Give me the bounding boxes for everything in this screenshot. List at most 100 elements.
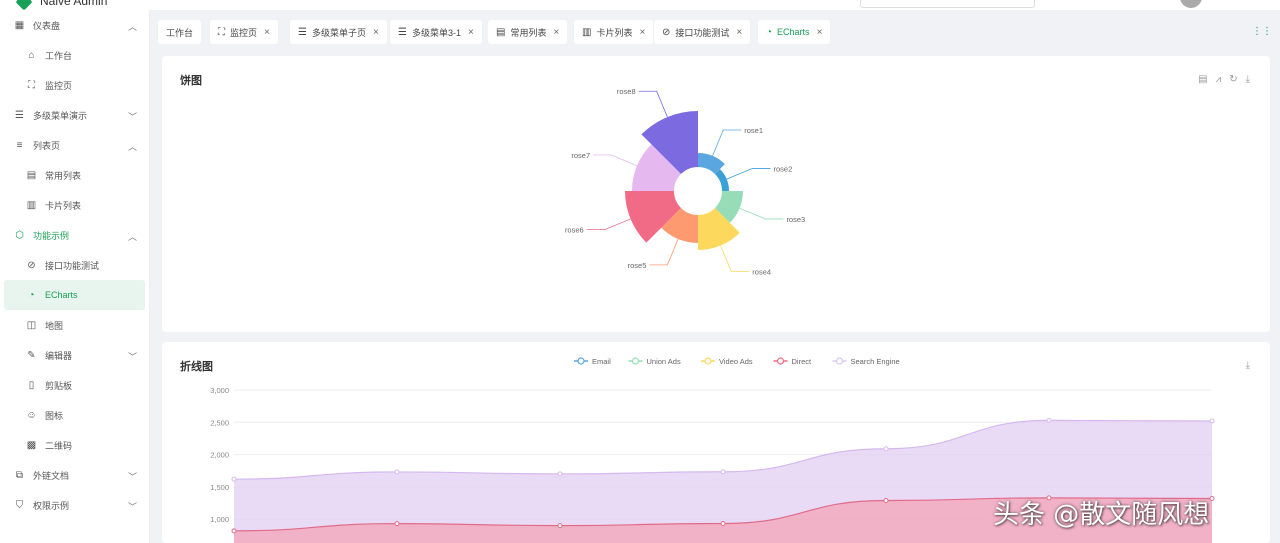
chevron-down-icon[interactable]: ﹀ [128, 470, 137, 483]
sidebar-item-label: 监控页 [45, 80, 73, 91]
y-tick-label: 1,500 [210, 483, 229, 492]
close-icon[interactable]: × [468, 27, 474, 38]
data-point[interactable] [720, 520, 726, 526]
pie-label: rose3 [786, 215, 805, 224]
avatar[interactable] [1180, 0, 1202, 8]
sidebar-item-1[interactable]: ⌂ 工作台 [0, 40, 149, 70]
map-icon: ◫ [26, 319, 37, 331]
sidebar-item-label: 外链文档 [33, 470, 70, 481]
pie-label-line [638, 90, 668, 118]
watermark: 头条 @散文随风想 [993, 500, 1210, 530]
close-icon[interactable]: × [817, 27, 823, 38]
data-point[interactable] [883, 497, 889, 503]
pie-label: rose2 [774, 164, 793, 173]
sidebar-item-label: 二维码 [45, 440, 73, 451]
sidebar-item-2[interactable]: ⛶ 监控页 [0, 70, 149, 100]
legend-marker[interactable] [776, 357, 785, 365]
legend-marker[interactable] [577, 357, 585, 365]
api-icon: ⊘ [662, 26, 671, 38]
sidebar: ▦ 仪表盘 ︿ ⌂ 工作台 ⛶ 监控页 ☰ 多级菜单演示 ﹀ ≡ 列表页 ︿ ▤ 常用列表 ▥ 卡片列表 ⬡ 功能示… [0, 10, 150, 543]
tab-7[interactable]: ◔ ECharts × [758, 20, 831, 44]
sidebar-item-13[interactable]: ☺ 图标 [0, 400, 149, 430]
close-icon[interactable]: × [639, 27, 645, 38]
pie-slice-rose2[interactable] [714, 169, 729, 191]
data-point[interactable] [720, 469, 726, 475]
workbench-icon: ⌂ [28, 49, 35, 61]
close-icon[interactable]: × [373, 27, 379, 38]
chevron-up-icon[interactable]: ︿ [128, 230, 137, 243]
legend-marker[interactable] [835, 357, 844, 365]
sidebar-item-9[interactable]: ◔ ECharts [4, 280, 145, 310]
legend-item[interactable]: Union Ads [647, 357, 681, 366]
tab-5[interactable]: ▥ 卡片列表 × [574, 20, 654, 44]
sidebar-item-5[interactable]: ▤ 常用列表 [0, 160, 149, 190]
y-tick-label: 2,500 [210, 418, 229, 427]
search-input[interactable] [860, 0, 1035, 8]
top-header: Naive Admin [0, 0, 1280, 10]
card-list-icon: ▥ [582, 26, 592, 38]
sidebar-item-label: 常用列表 [45, 170, 82, 181]
chevron-down-icon[interactable]: ﹀ [128, 350, 137, 363]
pie-label-line [739, 207, 784, 220]
qrcode-icon: ▩ [26, 439, 37, 451]
legend-item[interactable]: Email [592, 357, 611, 366]
sidebar-item-12[interactable]: ▯ 剪贴板 [0, 370, 149, 400]
app-root: Naive Admin ▦ 仪表盘 ︿ ⌂ 工作台 ⛶ 监控页 ☰ 多级菜单演示 ﹀ ≡ 列表页 ︿ ▤ 常… [0, 0, 1280, 543]
pie-label-line [649, 238, 679, 266]
tab-1[interactable]: ⛶ 监控页 × [210, 20, 278, 44]
sidebar-item-label: 工作台 [45, 50, 73, 61]
data-point[interactable] [557, 523, 563, 529]
tabs-bar: ⋮⋮ 工作台 ⛶ 监控页 × ☰ 多级菜单子页 × ☰ 多级菜单3-1 × ▤ 常用列表 × ▥ 卡片列表 ×… [150, 10, 1280, 54]
tabs-more-icon[interactable]: ⋮⋮ [1252, 26, 1272, 37]
data-point[interactable] [231, 528, 237, 534]
sidebar-item-4[interactable]: ≡ 列表页 ︿ [0, 130, 149, 160]
tab-label: 接口功能测试 [675, 27, 730, 38]
pie-label-line [593, 154, 638, 167]
app-title: Naive Admin [40, 0, 108, 8]
sidebar-item-3[interactable]: ☰ 多级菜单演示 ﹀ [0, 100, 149, 130]
sidebar-item-7[interactable]: ⬡ 功能示例 ︿ [0, 220, 149, 250]
sidebar-item-0[interactable]: ▦ 仪表盘 ︿ [0, 10, 149, 40]
legend-marker[interactable] [631, 357, 640, 365]
list-icon: ≡ [16, 139, 23, 151]
chevron-up-icon[interactable]: ︿ [128, 140, 137, 153]
legend-item[interactable]: Search Engine [851, 357, 900, 366]
sidebar-item-10[interactable]: ◫ 地图 [0, 310, 149, 340]
tab-3[interactable]: ☰ 多级菜单3-1 × [390, 20, 482, 44]
legend-item[interactable]: Video Ads [719, 357, 753, 366]
legend-marker[interactable] [704, 357, 712, 365]
sidebar-item-15[interactable]: ⧉ 外链文档 ﹀ [0, 460, 149, 490]
data-point[interactable] [557, 471, 563, 477]
data-point[interactable] [1046, 417, 1052, 423]
rose-pie-chart: rose1 rose2 rose3 rose4 rose5 rose6 rose7 rose8 [565, 87, 805, 276]
data-point[interactable] [394, 469, 400, 475]
tab-2[interactable]: ☰ 多级菜单子页 × [290, 20, 387, 44]
tab-label: 多级菜单子页 [311, 27, 366, 38]
sidebar-item-8[interactable]: ⊘ 接口功能测试 [0, 250, 149, 280]
list-tree-icon: ☰ [15, 109, 24, 121]
close-icon[interactable]: × [553, 27, 559, 38]
sidebar-item-label: 剪贴板 [45, 380, 73, 391]
data-point[interactable] [231, 476, 237, 482]
close-icon[interactable]: × [736, 27, 742, 38]
tab-0[interactable]: 工作台 [158, 20, 202, 44]
sidebar-item-14[interactable]: ▩ 二维码 [0, 430, 149, 460]
link-doc-icon: ⧉ [15, 469, 24, 481]
sidebar-item-11[interactable]: ✎ 编辑器 ﹀ [0, 340, 149, 370]
tab-6[interactable]: ⊘ 接口功能测试 × [654, 20, 751, 44]
sidebar-item-label: 编辑器 [45, 350, 73, 361]
sidebar-item-16[interactable]: ⛉ 权限示例 ﹀ [0, 490, 149, 520]
pie-label: rose6 [565, 226, 584, 235]
tab-4[interactable]: ▤ 常用列表 × [488, 20, 568, 44]
legend-item[interactable]: Direct [792, 357, 813, 366]
data-point[interactable] [1209, 496, 1215, 502]
data-point[interactable] [1209, 418, 1215, 424]
close-icon[interactable]: × [264, 27, 270, 38]
chevron-up-icon[interactable]: ︿ [128, 20, 137, 33]
data-point[interactable] [883, 446, 889, 452]
data-point[interactable] [394, 521, 400, 527]
chevron-down-icon[interactable]: ﹀ [128, 500, 137, 513]
sidebar-item-6[interactable]: ▥ 卡片列表 [0, 190, 149, 220]
chevron-down-icon[interactable]: ﹀ [128, 110, 137, 123]
tab-label: 监控页 [230, 27, 258, 38]
